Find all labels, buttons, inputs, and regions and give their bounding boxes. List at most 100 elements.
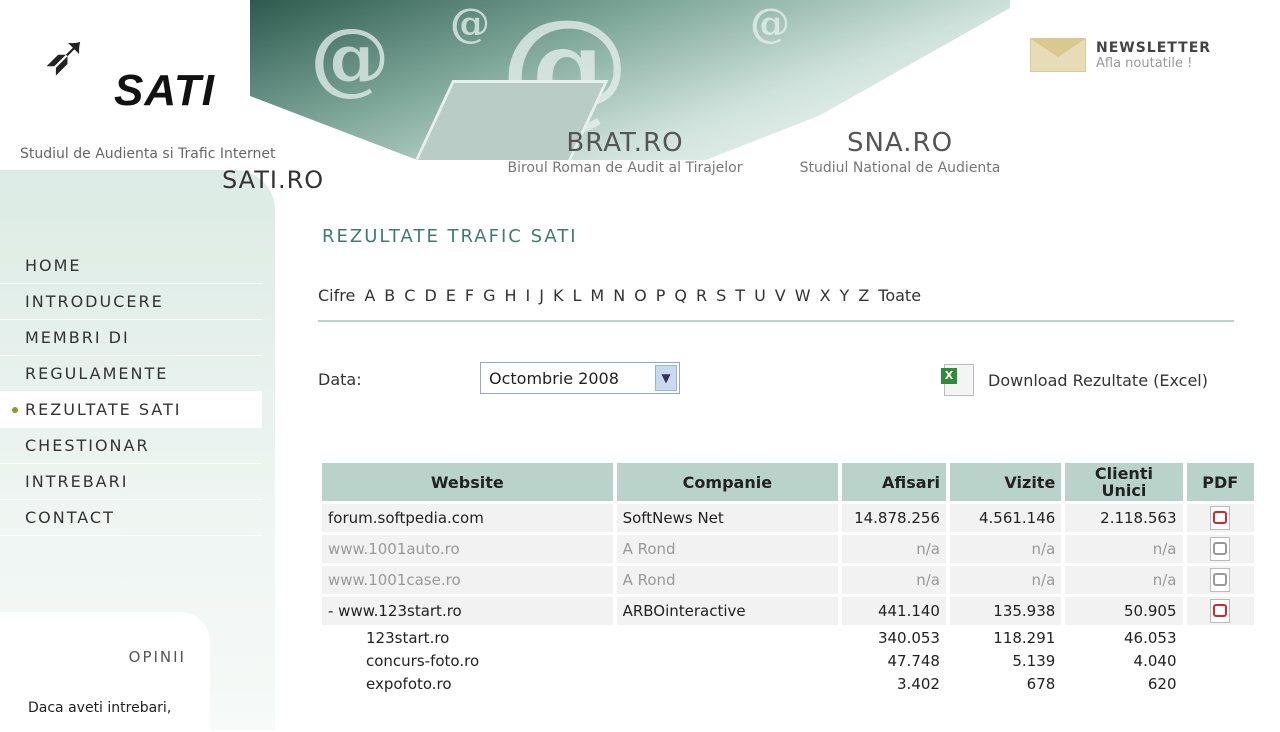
newsletter-link[interactable]: NEWSLETTER Afla noutatile !	[1030, 38, 1211, 72]
nav-item-rezultate-sati[interactable]: REZULTATE SATI	[0, 392, 262, 428]
alpha-link[interactable]: O	[634, 286, 647, 305]
excel-file-icon	[941, 364, 974, 396]
nav-item-membri[interactable]: MEMBRI DI	[0, 320, 262, 356]
alpha-link[interactable]: K	[553, 286, 564, 305]
results-table: Website Companie Afisari Vizite Clienti …	[318, 460, 1258, 697]
cell-website[interactable]: forum.softpedia.com	[322, 504, 613, 532]
col-header-website[interactable]: Website	[322, 463, 613, 501]
alpha-link[interactable]: M	[590, 286, 604, 305]
cell-vizite: n/a	[949, 566, 1062, 594]
logo-text: SATI	[114, 66, 215, 115]
cell-empty	[616, 674, 839, 694]
alpha-link[interactable]: Y	[840, 286, 850, 305]
opinii-title: OPINII	[128, 648, 186, 666]
alpha-link[interactable]: R	[696, 286, 707, 305]
table-row: www.1001auto.ro A Rond n/a n/a n/a	[322, 535, 1254, 563]
pdf-icon[interactable]	[1210, 599, 1231, 623]
alpha-link[interactable]: H	[504, 286, 516, 305]
newsletter-subtitle: Afla noutatile !	[1096, 55, 1193, 71]
alpha-link[interactable]: G	[483, 286, 495, 305]
nav-item-contact[interactable]: CONTACT	[0, 500, 262, 536]
cell-pdf	[1186, 566, 1254, 594]
alphabet-filter: Cifre A B C D E F G H I J K L M N O P Q …	[318, 286, 930, 305]
cell-afisari: 340.053	[842, 628, 946, 648]
alpha-link[interactable]: C	[404, 286, 415, 305]
cell-subsite: concurs-foto.ro	[322, 651, 613, 671]
col-header-vizite[interactable]: Vizite	[949, 463, 1062, 501]
alpha-link[interactable]: U	[754, 286, 766, 305]
sati-site-link[interactable]: SATI.RO	[222, 166, 324, 194]
alpha-link[interactable]: L	[572, 286, 581, 305]
cell-website[interactable]: www.1001case.ro	[322, 566, 613, 594]
alpha-link[interactable]: P	[656, 286, 666, 305]
cell-vizite: n/a	[949, 535, 1062, 563]
brat-link[interactable]: BRAT.RO Biroul Roman de Audit al Tirajel…	[490, 128, 760, 176]
cell-website[interactable]: www.1001auto.ro	[322, 535, 613, 563]
alpha-link[interactable]: S	[716, 286, 726, 305]
alpha-link[interactable]: F	[465, 286, 474, 305]
alpha-link[interactable]: Cifre	[318, 286, 355, 305]
cell-company: A Rond	[616, 566, 839, 594]
nav-item-chestionar[interactable]: CHESTIONAR	[0, 428, 262, 464]
download-excel-link[interactable]: Download Rezultate (Excel)	[941, 364, 1208, 396]
cell-pdf	[1186, 535, 1254, 563]
col-header-clienti-unici[interactable]: Clienti Unici	[1065, 463, 1183, 501]
cell-pdf	[1186, 597, 1254, 625]
cell-clienti: n/a	[1065, 566, 1183, 594]
cell-vizite: 4.561.146	[949, 504, 1062, 532]
alpha-link[interactable]: Q	[674, 286, 687, 305]
chevron-down-icon[interactable]: ▼	[655, 365, 677, 391]
page-title: REZULTATE TRAFIC SATI	[322, 226, 578, 247]
alpha-link-all[interactable]: Toate	[878, 286, 921, 305]
envelope-icon	[1030, 38, 1086, 72]
nav-item-home[interactable]: HOME	[0, 248, 262, 284]
cell-empty	[1186, 651, 1254, 671]
col-header-companie[interactable]: Companie	[616, 463, 839, 501]
date-select-value: Octombrie 2008	[489, 369, 619, 388]
nav-item-introducere[interactable]: INTRODUCERE	[0, 284, 262, 320]
nav-item-regulamente[interactable]: REGULAMENTE	[0, 356, 262, 392]
divider	[318, 320, 1234, 322]
alpha-link[interactable]: J	[539, 286, 544, 305]
cell-subsite: expofoto.ro	[322, 674, 613, 694]
sati-logo[interactable]: ➶ SATI	[42, 28, 262, 118]
alpha-link[interactable]: W	[795, 286, 811, 305]
at-symbol-graphic: @	[310, 10, 390, 104]
alpha-link[interactable]: Z	[858, 286, 869, 305]
cell-company: ARBOinteractive	[616, 597, 839, 625]
cell-clienti: 50.905	[1065, 597, 1183, 625]
cell-empty	[616, 651, 839, 671]
nav-item-intrebari[interactable]: INTREBARI	[0, 464, 262, 500]
cell-website-expandable[interactable]: - www.123start.ro	[322, 597, 613, 625]
alpha-link[interactable]: T	[735, 286, 745, 305]
alpha-link[interactable]: I	[526, 286, 531, 305]
pdf-icon[interactable]	[1210, 506, 1231, 530]
pdf-icon	[1210, 537, 1231, 561]
col-header-afisari[interactable]: Afisari	[842, 463, 946, 501]
cell-afisari: 3.402	[842, 674, 946, 694]
cell-afisari: n/a	[842, 535, 946, 563]
alpha-link[interactable]: A	[364, 286, 375, 305]
cursor-arrow-icon: ➶	[42, 23, 89, 88]
table-row: - www.123start.ro ARBOinteractive 441.14…	[322, 597, 1254, 625]
sna-subtitle: Studiul National de Audienta	[799, 160, 1001, 176]
at-symbol-graphic: @	[450, 0, 490, 47]
table-row: forum.softpedia.com SoftNews Net 14.878.…	[322, 504, 1254, 532]
alpha-link[interactable]: D	[424, 286, 436, 305]
cell-clienti: 4.040	[1065, 651, 1183, 671]
alpha-link[interactable]: B	[384, 286, 395, 305]
alpha-link[interactable]: E	[446, 286, 456, 305]
table-subrow: concurs-foto.ro 47.748 5.139 4.040	[322, 651, 1254, 671]
sna-link[interactable]: SNA.RO Studiul National de Audienta	[785, 128, 1015, 176]
cell-vizite: 135.938	[949, 597, 1062, 625]
alpha-link[interactable]: X	[820, 286, 831, 305]
download-label: Download Rezultate (Excel)	[988, 370, 1208, 390]
sna-title: SNA.RO	[846, 128, 954, 158]
cell-empty	[616, 628, 839, 648]
at-symbol-graphic: @	[750, 0, 790, 47]
alpha-link[interactable]: N	[613, 286, 625, 305]
alpha-link[interactable]: V	[775, 286, 786, 305]
cell-company: SoftNews Net	[616, 504, 839, 532]
cell-clienti: 2.118.563	[1065, 504, 1183, 532]
date-select[interactable]: Octombrie 2008 ▼	[480, 362, 680, 394]
